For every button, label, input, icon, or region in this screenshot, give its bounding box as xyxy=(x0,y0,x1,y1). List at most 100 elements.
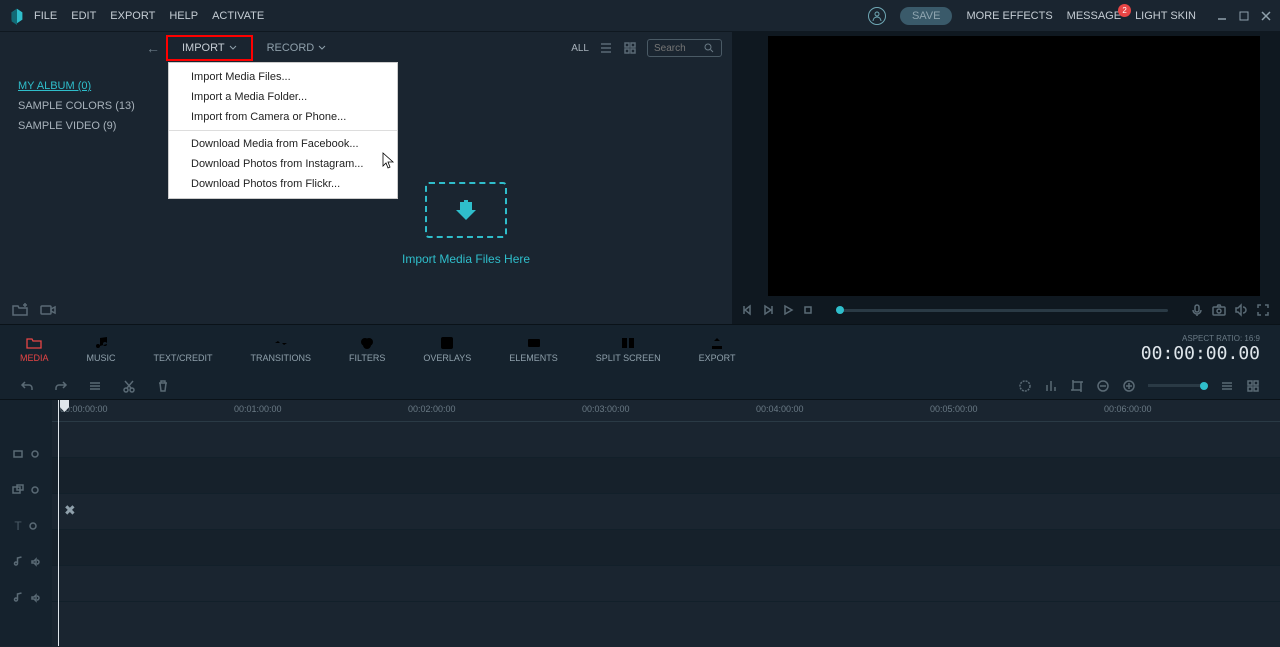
library-sidebar: MY ALBUM (0) SAMPLE COLORS (13) SAMPLE V… xyxy=(0,64,168,296)
preview-screen xyxy=(768,36,1260,296)
filter-all-label[interactable]: ALL xyxy=(571,43,589,54)
delete-icon[interactable] xyxy=(156,379,170,393)
list-toggle-icon[interactable] xyxy=(1220,379,1234,393)
search-input[interactable] xyxy=(654,43,704,54)
timeline-zoom-slider[interactable] xyxy=(1148,384,1208,387)
snapshot-icon[interactable] xyxy=(1212,303,1226,317)
transitions-icon xyxy=(273,335,289,351)
user-account-icon[interactable] xyxy=(868,7,886,25)
message-label: MESSAGE xyxy=(1067,10,1121,22)
download-flickr[interactable]: Download Photos from Flickr... xyxy=(169,174,397,194)
window-maximize-icon[interactable] xyxy=(1238,10,1250,22)
audio-mixer-icon[interactable] xyxy=(1044,379,1058,393)
voiceover-icon[interactable] xyxy=(1190,303,1204,317)
tab-label: SPLIT SCREEN xyxy=(596,353,661,363)
menu-export[interactable]: EXPORT xyxy=(110,10,155,22)
render-icon[interactable] xyxy=(1018,379,1032,393)
tab-label: MUSIC xyxy=(87,353,116,363)
record-icon[interactable] xyxy=(40,303,56,317)
menu-icon[interactable] xyxy=(88,379,102,393)
download-facebook[interactable]: Download Media from Facebook... xyxy=(169,134,397,154)
export-icon xyxy=(709,335,725,351)
ruler-mark: 00:05:00:00 xyxy=(930,404,978,414)
zoom-out-icon[interactable] xyxy=(1096,379,1110,393)
split-screen-icon xyxy=(620,335,636,351)
tab-transitions[interactable]: TRANSITIONS xyxy=(251,335,312,363)
light-skin-toggle[interactable]: LIGHT SKIN xyxy=(1135,10,1196,22)
undo-icon[interactable] xyxy=(20,379,34,393)
chevron-down-icon xyxy=(318,44,326,52)
menu-help[interactable]: HELP xyxy=(169,10,198,22)
sidebar-item-sample-video[interactable]: SAMPLE VIDEO (9) xyxy=(8,116,160,136)
tab-export[interactable]: EXPORT xyxy=(699,335,736,363)
track-video-label[interactable] xyxy=(0,436,52,472)
tab-filters[interactable]: FILTERS xyxy=(349,335,385,363)
app-logo-icon xyxy=(8,7,26,25)
import-label: IMPORT xyxy=(182,42,225,54)
search-field[interactable] xyxy=(647,39,722,57)
tab-text-credit[interactable]: TEXT/CREDIT xyxy=(154,335,213,363)
preview-seek-bar[interactable] xyxy=(836,309,1168,312)
window-close-icon[interactable] xyxy=(1260,10,1272,22)
new-folder-icon[interactable] xyxy=(12,303,28,317)
track-overlay-label[interactable] xyxy=(0,472,52,508)
text-icon xyxy=(175,335,191,351)
fullscreen-icon[interactable] xyxy=(1256,303,1270,317)
aspect-ratio-label: ASPECT RATIO: xyxy=(1182,334,1242,343)
crop-icon[interactable] xyxy=(1070,379,1084,393)
tab-label: FILTERS xyxy=(349,353,385,363)
track-audio1[interactable] xyxy=(52,530,1280,566)
ruler-mark: 00:04:00:00 xyxy=(756,404,804,414)
import-camera-phone[interactable]: Import from Camera or Phone... xyxy=(169,107,397,127)
grid-toggle-icon[interactable] xyxy=(1246,379,1260,393)
play-button[interactable] xyxy=(782,304,794,316)
zoom-in-icon[interactable] xyxy=(1122,379,1136,393)
track-delete-icon[interactable]: ✖ xyxy=(64,502,76,519)
volume-icon[interactable] xyxy=(1234,303,1248,317)
track-audio1-label[interactable] xyxy=(0,544,52,580)
message-link[interactable]: MESSAGE 2 xyxy=(1067,10,1121,22)
tab-label: EXPORT xyxy=(699,353,736,363)
tab-music[interactable]: MUSIC xyxy=(87,335,116,363)
dropzone-text: Import Media Files Here xyxy=(402,252,530,266)
track-video[interactable] xyxy=(52,422,1280,458)
tab-overlays[interactable]: OVERLAYS xyxy=(423,335,471,363)
track-text-label[interactable]: T xyxy=(0,508,52,544)
cut-icon[interactable] xyxy=(122,379,136,393)
menu-file[interactable]: FILE xyxy=(34,10,57,22)
record-dropdown-button[interactable]: RECORD xyxy=(253,37,341,59)
back-arrow-icon[interactable]: ← xyxy=(146,40,160,56)
stop-button[interactable] xyxy=(802,304,814,316)
grid-view-icon[interactable] xyxy=(623,41,637,55)
filters-icon xyxy=(359,335,375,351)
cursor-icon xyxy=(382,152,396,170)
import-media-folder[interactable]: Import a Media Folder... xyxy=(169,87,397,107)
more-effects-link[interactable]: MORE EFFECTS xyxy=(966,10,1052,22)
sidebar-item-my-album[interactable]: MY ALBUM (0) xyxy=(8,76,160,96)
import-dropdown-button[interactable]: IMPORT xyxy=(166,35,253,61)
import-dropzone[interactable]: Import Media Files Here xyxy=(402,182,530,266)
tab-media[interactable]: MEDIA xyxy=(20,335,49,363)
preview-panel xyxy=(732,32,1280,324)
track-audio2[interactable] xyxy=(52,566,1280,602)
stop-marker-button[interactable] xyxy=(762,304,774,316)
prev-frame-button[interactable] xyxy=(742,304,754,316)
menu-edit[interactable]: EDIT xyxy=(71,10,96,22)
menu-activate[interactable]: ACTIVATE xyxy=(212,10,264,22)
import-media-files[interactable]: Import Media Files... xyxy=(169,67,397,87)
redo-icon[interactable] xyxy=(54,379,68,393)
tab-split-screen[interactable]: SPLIT SCREEN xyxy=(596,335,661,363)
playhead[interactable] xyxy=(58,400,59,646)
track-audio2-label[interactable] xyxy=(0,580,52,616)
window-minimize-icon[interactable] xyxy=(1216,10,1228,22)
track-overlay[interactable] xyxy=(52,458,1280,494)
sidebar-item-sample-colors[interactable]: SAMPLE COLORS (13) xyxy=(8,96,160,116)
track-text[interactable]: ✖ xyxy=(52,494,1280,530)
timeline-ruler[interactable]: 00:00:00:00 00:01:00:00 00:02:00:00 00:0… xyxy=(52,400,1280,422)
ruler-mark: 00:02:00:00 xyxy=(408,404,456,414)
save-button[interactable]: SAVE xyxy=(900,7,953,25)
chevron-down-icon xyxy=(229,44,237,52)
list-view-icon[interactable] xyxy=(599,41,613,55)
tab-elements[interactable]: ELEMENTS xyxy=(509,335,558,363)
download-instagram[interactable]: Download Photos from Instagram... xyxy=(169,154,397,174)
